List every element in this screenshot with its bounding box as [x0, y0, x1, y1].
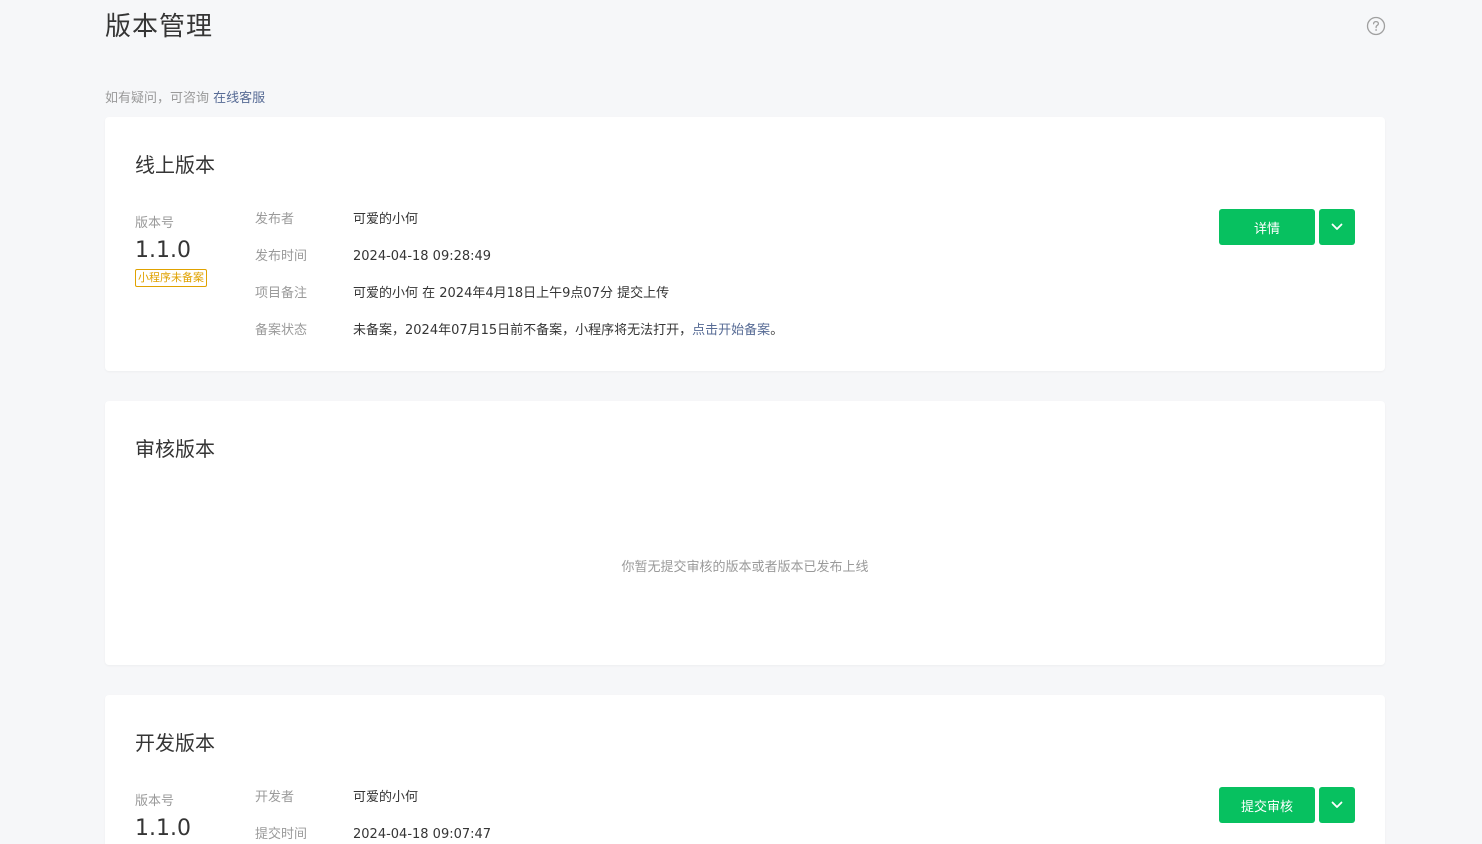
info-row-remark: 项目备注 可爱的小何 在 2024年4月18日上午9点07分 提交上传	[255, 285, 783, 322]
info-label: 项目备注	[255, 286, 308, 301]
dev-info-rows: 开发者 可爱的小何 提交时间 2024-04-18 09:07:47	[255, 789, 491, 844]
details-button[interactable]: 详情	[1219, 209, 1315, 245]
info-label: 发布者	[255, 212, 295, 227]
info-row-filing-status: 备案状态 未备案，2024年07月15日前不备案，小程序将无法打开，点击开始备案…	[255, 322, 783, 359]
version-label: 版本号	[135, 216, 175, 231]
online-more-dropdown[interactable]	[1319, 209, 1355, 245]
info-row-submit-time: 提交时间 2024-04-18 09:07:47	[255, 826, 491, 844]
online-actions: 详情	[1219, 209, 1355, 245]
info-row-developer: 开发者 可爱的小何	[255, 789, 491, 826]
review-version-card: 审核版本 你暂无提交审核的版本或者版本已发布上线	[105, 401, 1385, 665]
info-value: 可爱的小何	[353, 212, 419, 227]
info-value: 未备案，2024年07月15日前不备案，小程序将无法打开，点击开始备案。	[353, 322, 783, 340]
notice-text: 如有疑问，可咨询	[105, 91, 214, 106]
page-title: 版本管理	[105, 12, 214, 42]
version-number: 1.1.0	[135, 816, 191, 841]
version-number: 1.1.0	[135, 238, 191, 263]
review-version-title: 审核版本	[135, 437, 215, 461]
info-label: 备案状态	[255, 323, 308, 338]
online-version-title: 线上版本	[135, 153, 215, 177]
version-label: 版本号	[135, 794, 175, 809]
chevron-down-icon	[1331, 801, 1343, 808]
info-label: 发布时间	[255, 249, 308, 264]
question-circle-icon[interactable]	[1366, 16, 1386, 36]
filing-status-text: 未备案，2024年07月15日前不备案，小程序将无法打开，	[353, 323, 693, 338]
info-value: 可爱的小何	[353, 790, 419, 805]
start-filing-link[interactable]: 点击开始备案	[692, 323, 770, 338]
submit-review-button[interactable]: 提交审核	[1219, 787, 1315, 823]
info-label: 开发者	[255, 790, 295, 805]
version-management-page: 版本管理 如有疑问，可咨询 在线客服 线上版本 版本号 1.1.0 小程序未备案…	[0, 0, 1482, 844]
online-info-rows: 发布者 可爱的小何 发布时间 2024-04-18 09:28:49 项目备注 …	[255, 211, 783, 359]
info-value: 2024-04-18 09:07:47	[353, 827, 492, 842]
online-version-info: 版本号 1.1.0 小程序未备案	[135, 212, 207, 287]
dev-version-title: 开发版本	[135, 731, 215, 755]
chevron-down-icon	[1331, 223, 1343, 230]
info-row-publisher: 发布者 可爱的小何	[255, 211, 783, 248]
support-notice: 如有疑问，可咨询 在线客服	[105, 87, 265, 106]
dev-version-info: 版本号 1.1.0	[135, 790, 191, 841]
info-label: 提交时间	[255, 827, 308, 842]
dev-more-dropdown[interactable]	[1319, 787, 1355, 823]
dev-actions: 提交审核	[1219, 787, 1355, 823]
online-version-card: 线上版本 版本号 1.1.0 小程序未备案 发布者 可爱的小何 发布时间 202…	[105, 117, 1385, 371]
info-value: 可爱的小何 在 2024年4月18日上午9点07分 提交上传	[353, 286, 670, 301]
review-empty-text: 你暂无提交审核的版本或者版本已发布上线	[621, 560, 869, 575]
filing-status-suffix: 。	[770, 323, 784, 338]
info-row-publish-time: 发布时间 2024-04-18 09:28:49	[255, 248, 783, 285]
info-value: 2024-04-18 09:28:49	[353, 249, 492, 264]
dev-version-card: 开发版本 版本号 1.1.0 开发者 可爱的小何 提交时间 2024-04-18…	[105, 695, 1385, 844]
unregistered-tag: 小程序未备案	[135, 269, 207, 287]
online-support-link[interactable]: 在线客服	[213, 91, 265, 106]
